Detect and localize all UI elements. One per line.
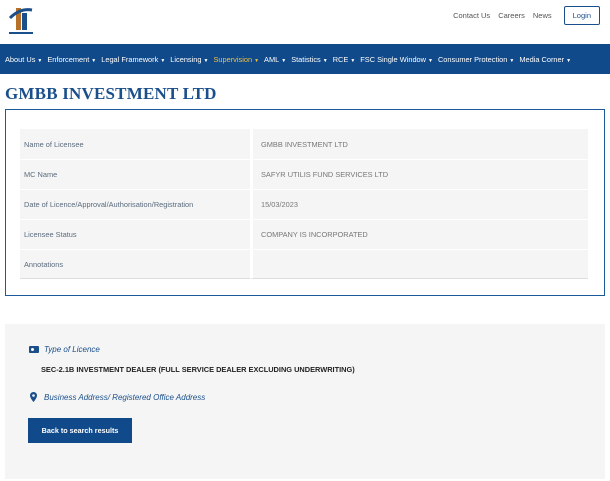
map-pin-icon (29, 392, 37, 402)
licence-type-heading: Type of Licence (29, 345, 100, 354)
licence-type-label: Type of Licence (44, 345, 100, 354)
row-value: 15/03/2023 (250, 190, 588, 219)
caret-down-icon: ▼ (281, 57, 287, 64)
caret-down-icon: ▼ (254, 57, 260, 64)
nav-legal-framework[interactable]: Legal Framework ▼ (101, 55, 165, 64)
row-value: COMPANY IS INCORPORATED (250, 220, 588, 249)
nav-rce[interactable]: RCE ▼ (333, 55, 356, 64)
nav-licensing[interactable]: Licensing ▼ (170, 55, 208, 64)
row-value: GMBB INVESTMENT LTD (250, 129, 588, 159)
nav-media-corner[interactable]: Media Corner ▼ (519, 55, 571, 64)
top-header: Contact Us Careers News Login (0, 0, 610, 44)
caret-down-icon: ▼ (322, 57, 328, 64)
licence-detail-panel: Type of Licence SEC-2.1B INVESTMENT DEAL… (5, 324, 605, 479)
caret-down-icon: ▼ (350, 57, 356, 64)
row-key: Licensee Status (20, 220, 250, 249)
contact-us-link[interactable]: Contact Us (453, 11, 490, 20)
row-key: Date of Licence/Approval/Authorisation/R… (20, 190, 250, 219)
careers-link[interactable]: Careers (498, 11, 525, 20)
back-to-search-button[interactable]: Back to search results (28, 418, 132, 443)
nav-consumer-protection[interactable]: Consumer Protection ▼ (438, 55, 514, 64)
login-button[interactable]: Login (563, 6, 600, 25)
row-key: Name of Licensee (20, 129, 250, 159)
id-card-icon (29, 346, 39, 353)
nav-enforcement[interactable]: Enforcement ▼ (47, 55, 96, 64)
caret-down-icon: ▼ (566, 57, 572, 64)
licensee-details-box: Name of Licensee GMBB INVESTMENT LTD MC … (5, 109, 605, 296)
caret-down-icon: ▼ (509, 57, 515, 64)
page-title: GMBB INVESTMENT LTD (5, 84, 217, 103)
nav-supervision[interactable]: Supervision ▼ (213, 55, 259, 64)
caret-down-icon: ▼ (91, 57, 97, 64)
table-row: Licensee Status COMPANY IS INCORPORATED (20, 219, 588, 249)
table-row: Date of Licence/Approval/Authorisation/R… (20, 189, 588, 219)
nav-fsc-single-window[interactable]: FSC Single Window ▼ (360, 55, 433, 64)
address-label: Business Address/ Registered Office Addr… (44, 392, 206, 402)
fsc-logo[interactable] (6, 4, 36, 38)
licensee-details-table: Name of Licensee GMBB INVESTMENT LTD MC … (20, 129, 588, 279)
top-links: Contact Us Careers News Login (445, 6, 600, 25)
main-nav: About Us ▼ Enforcement ▼ Legal Framework ▼ … (0, 44, 610, 74)
licence-type-value: SEC-2.1B INVESTMENT DEALER (FULL SERVICE… (41, 365, 355, 374)
caret-down-icon: ▼ (160, 57, 166, 64)
table-row: MC Name SAFYR UTILIS FUND SERVICES LTD (20, 159, 588, 189)
row-value (250, 250, 588, 279)
nav-statistics[interactable]: Statistics ▼ (291, 55, 328, 64)
row-value: SAFYR UTILIS FUND SERVICES LTD (250, 160, 588, 189)
news-link[interactable]: News (533, 11, 552, 20)
nav-aml[interactable]: AML ▼ (264, 55, 286, 64)
caret-down-icon: ▼ (37, 57, 43, 64)
row-key: MC Name (20, 160, 250, 189)
nav-about-us[interactable]: About Us ▼ (5, 55, 42, 64)
table-row: Annotations (20, 249, 588, 279)
row-key: Annotations (20, 250, 250, 279)
table-row: Name of Licensee GMBB INVESTMENT LTD (20, 129, 588, 159)
caret-down-icon: ▼ (203, 57, 209, 64)
address-heading: Business Address/ Registered Office Addr… (29, 392, 205, 402)
caret-down-icon: ▼ (428, 57, 433, 64)
